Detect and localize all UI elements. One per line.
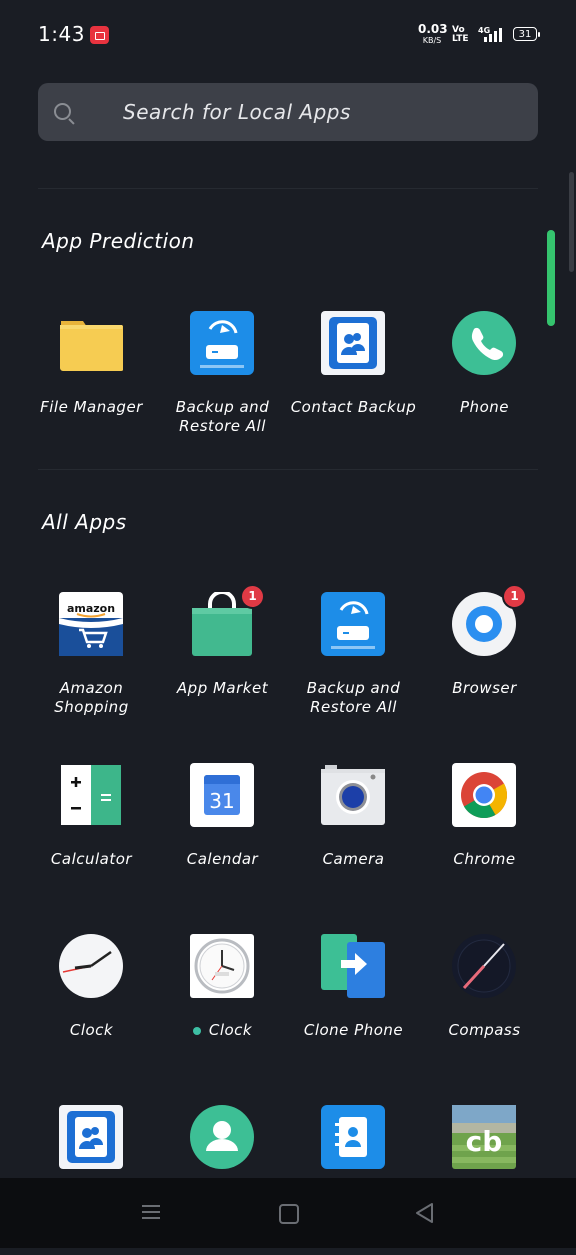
contact-person-icon [190, 1105, 254, 1169]
app-label: File Manager [40, 398, 143, 416]
app-label: Clone Phone [303, 1021, 404, 1039]
app-label: Calculator [50, 850, 133, 868]
chrome-icon [452, 763, 516, 827]
cricbuzz-text: cb [466, 1125, 503, 1158]
new-app-dot [192, 1026, 201, 1035]
notification-badge: 1 [502, 584, 527, 609]
app-clone-phone[interactable]: Clone Phone [288, 934, 419, 1084]
app-label: Calendar [186, 850, 259, 868]
app-backup-and-restore[interactable]: Backup and Restore All [157, 311, 288, 461]
screen-record-icon [90, 26, 109, 44]
contact-backup-icon [321, 311, 385, 375]
contacts-blue-icon [321, 1105, 385, 1169]
folder-icon [60, 321, 123, 371]
app-clock[interactable]: Clock [26, 934, 157, 1084]
calendar-icon: 31 [190, 763, 254, 827]
app-clock-2[interactable]: Clock [157, 934, 288, 1084]
scrollbar-thumb[interactable] [547, 230, 555, 326]
network-speed-unit: KB/S [422, 36, 442, 45]
app-browser[interactable]: 1 Browser [419, 584, 550, 742]
signal-icon: 4G [476, 26, 504, 44]
clone-phone-icon [321, 934, 385, 998]
app-label: Backup and Restore All [175, 398, 270, 435]
calendar-day: 31 [209, 789, 234, 813]
home-icon[interactable] [279, 1204, 299, 1224]
app-prediction-title: App Prediction [42, 229, 195, 253]
divider [38, 469, 538, 470]
app-app-market[interactable]: 1 App Market [157, 584, 288, 742]
network-speed-value: 0.03 [418, 22, 448, 36]
divider [38, 188, 538, 189]
app-label: Phone [460, 398, 509, 416]
scrollbar-track[interactable] [569, 172, 574, 272]
search-icon [54, 103, 71, 120]
back-icon[interactable] [414, 1202, 436, 1224]
camera-icon [321, 765, 385, 825]
analog-clock-icon [190, 934, 254, 998]
app-chrome[interactable]: Chrome [419, 763, 550, 913]
app-backup-and-restore-all[interactable]: Backup and Restore All [288, 592, 419, 742]
menu-icon[interactable] [142, 1205, 160, 1219]
clock-icon [59, 934, 123, 998]
battery-icon: 31 [513, 27, 540, 41]
app-label: Clock [69, 1021, 114, 1039]
app-label: Amazon Shopping [54, 679, 129, 716]
cricbuzz-icon: cb [452, 1105, 516, 1169]
calculator-icon [61, 765, 121, 825]
network-speed: 0.03 KB/S [418, 22, 448, 46]
app-label-text: Clock [208, 1021, 253, 1039]
backup-icon [321, 592, 385, 656]
status-time: 1:43 [38, 22, 85, 46]
volte-bottom-label: LTE [452, 34, 469, 44]
all-apps-title: All Apps [42, 510, 127, 534]
status-bar: 1:43 0.03 KB/S Vo LTE 4G 31 [0, 0, 576, 70]
notification-badge: 1 [240, 584, 265, 609]
app-label: Browser [452, 679, 517, 697]
app-file-manager[interactable]: File Manager [26, 311, 157, 461]
navigation-bar [0, 1178, 576, 1248]
app-contact-backup[interactable]: Contact Backup [288, 311, 419, 461]
backup-icon [190, 311, 254, 375]
app-label: Chrome [453, 850, 516, 868]
app-compass[interactable]: Compass [419, 934, 550, 1084]
phone-icon [452, 311, 516, 375]
app-label: Camera [322, 850, 385, 868]
compass-icon [452, 934, 516, 998]
app-amazon-shopping[interactable]: amazon Amazon Shopping [26, 592, 157, 742]
contacts-book-icon [59, 1105, 123, 1169]
app-label: Backup and Restore All [306, 679, 401, 716]
app-label: Clock [157, 1021, 288, 1040]
volte-icon: Vo LTE [452, 26, 469, 44]
app-label: Compass [448, 1021, 521, 1039]
app-phone[interactable]: Phone [419, 311, 550, 461]
app-label: App Market [176, 679, 269, 697]
search-placeholder: Search for Local Apps [123, 100, 351, 124]
app-calculator[interactable]: Calculator [26, 763, 157, 913]
app-camera[interactable]: Camera [288, 763, 419, 913]
svg-text:amazon: amazon [67, 602, 115, 615]
search-bar[interactable]: Search for Local Apps [38, 83, 538, 141]
battery-level: 31 [518, 29, 532, 40]
app-label: Contact Backup [290, 398, 417, 416]
app-calendar[interactable]: 31 Calendar [157, 763, 288, 913]
amazon-icon: amazon [59, 592, 123, 656]
